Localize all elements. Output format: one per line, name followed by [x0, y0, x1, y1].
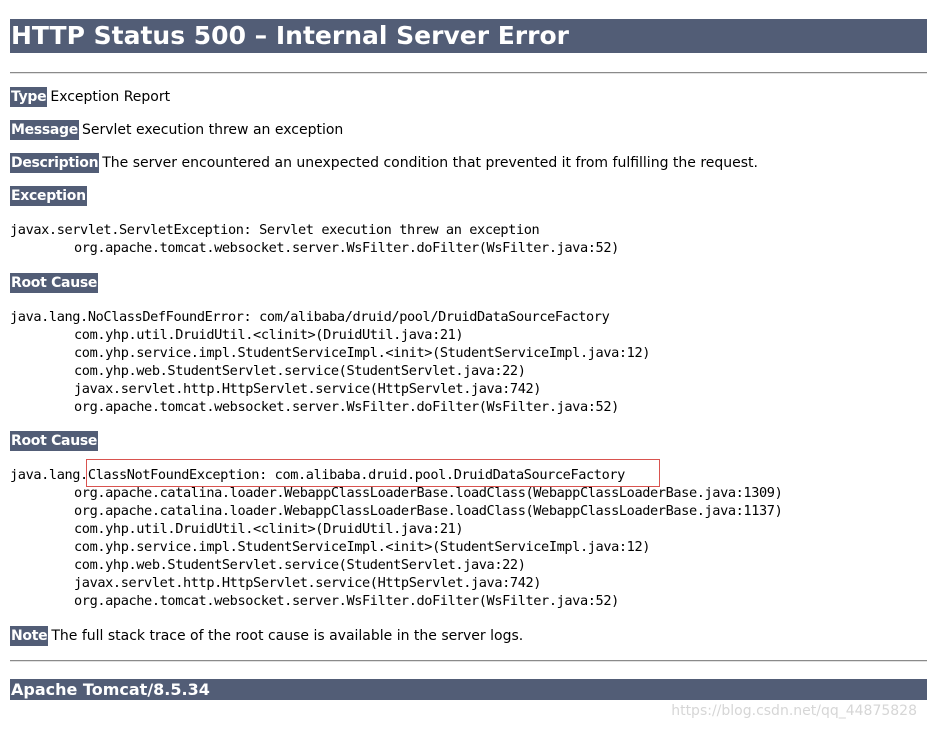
root-cause-2-row: Root Cause — [10, 431, 99, 451]
root-cause-2-trace-frame: com.yhp.util.DruidUtil.<clinit>(DruidUti… — [74, 521, 464, 537]
root-cause-label: Root Cause — [10, 273, 99, 293]
type-row: Type Exception Report — [10, 87, 170, 107]
watermark: https://blog.csdn.net/qq_44875828 — [671, 703, 917, 719]
message-row: Message Servlet execution threw an except… — [10, 120, 343, 140]
root-cause-1-trace-frame: com.yhp.util.DruidUtil.<clinit>(DruidUti… — [74, 327, 464, 343]
type-value: Exception Report — [50, 89, 171, 105]
root-cause-2-trace-frame: com.yhp.web.StudentServlet.service(Stude… — [74, 557, 526, 573]
note-label: Note — [10, 626, 49, 646]
root-cause-1-stack-trace: java.lang.NoClassDefFoundError: com/alib… — [10, 308, 650, 416]
root-cause-1-trace-frame: com.yhp.service.impl.StudentServiceImpl.… — [74, 345, 651, 361]
page-title: HTTP Status 500 – Internal Server Error — [10, 19, 927, 53]
root-cause-1-row: Root Cause — [10, 273, 99, 293]
divider — [10, 72, 927, 74]
description-row: Description The server encountered an une… — [10, 153, 758, 173]
type-label: Type — [10, 87, 48, 107]
root-cause-2-trace-frame: org.apache.catalina.loader.WebappClassLo… — [74, 503, 783, 519]
exception-trace-head: javax.servlet.ServletException: Servlet … — [10, 222, 540, 238]
divider — [10, 660, 927, 662]
root-cause-1-trace-head: java.lang.NoClassDefFoundError: com/alib… — [10, 309, 610, 325]
exception-row: Exception — [10, 186, 87, 206]
message-label: Message — [10, 120, 79, 140]
note-value: The full stack trace of the root cause i… — [51, 628, 524, 644]
description-label: Description — [10, 153, 100, 173]
description-value: The server encountered an unexpected con… — [102, 155, 759, 171]
exception-label: Exception — [10, 186, 87, 206]
root-cause-2-trace-head-prefix: java.lang. — [10, 467, 88, 483]
annotation-highlight-box — [86, 459, 660, 487]
root-cause-label: Root Cause — [10, 431, 99, 451]
root-cause-1-trace-frame: com.yhp.web.StudentServlet.service(Stude… — [74, 363, 526, 379]
root-cause-2-trace-frame: org.apache.tomcat.websocket.server.WsFil… — [74, 593, 619, 609]
note-row: Note The full stack trace of the root cau… — [10, 626, 523, 646]
server-version-footer: Apache Tomcat/8.5.34 — [10, 679, 927, 700]
root-cause-2-trace-frame: com.yhp.service.impl.StudentServiceImpl.… — [74, 539, 651, 555]
root-cause-1-trace-frame: javax.servlet.http.HttpServlet.service(H… — [74, 381, 542, 397]
root-cause-2-trace-frame: javax.servlet.http.HttpServlet.service(H… — [74, 575, 542, 591]
root-cause-1-trace-frame: org.apache.tomcat.websocket.server.WsFil… — [74, 399, 619, 415]
exception-trace-frame: org.apache.tomcat.websocket.server.WsFil… — [74, 240, 619, 256]
root-cause-2-stack-trace: java.lang.ClassNotFoundException: com.al… — [10, 466, 783, 610]
exception-stack-trace: javax.servlet.ServletException: Servlet … — [10, 221, 619, 257]
message-value: Servlet execution threw an exception — [81, 122, 344, 138]
